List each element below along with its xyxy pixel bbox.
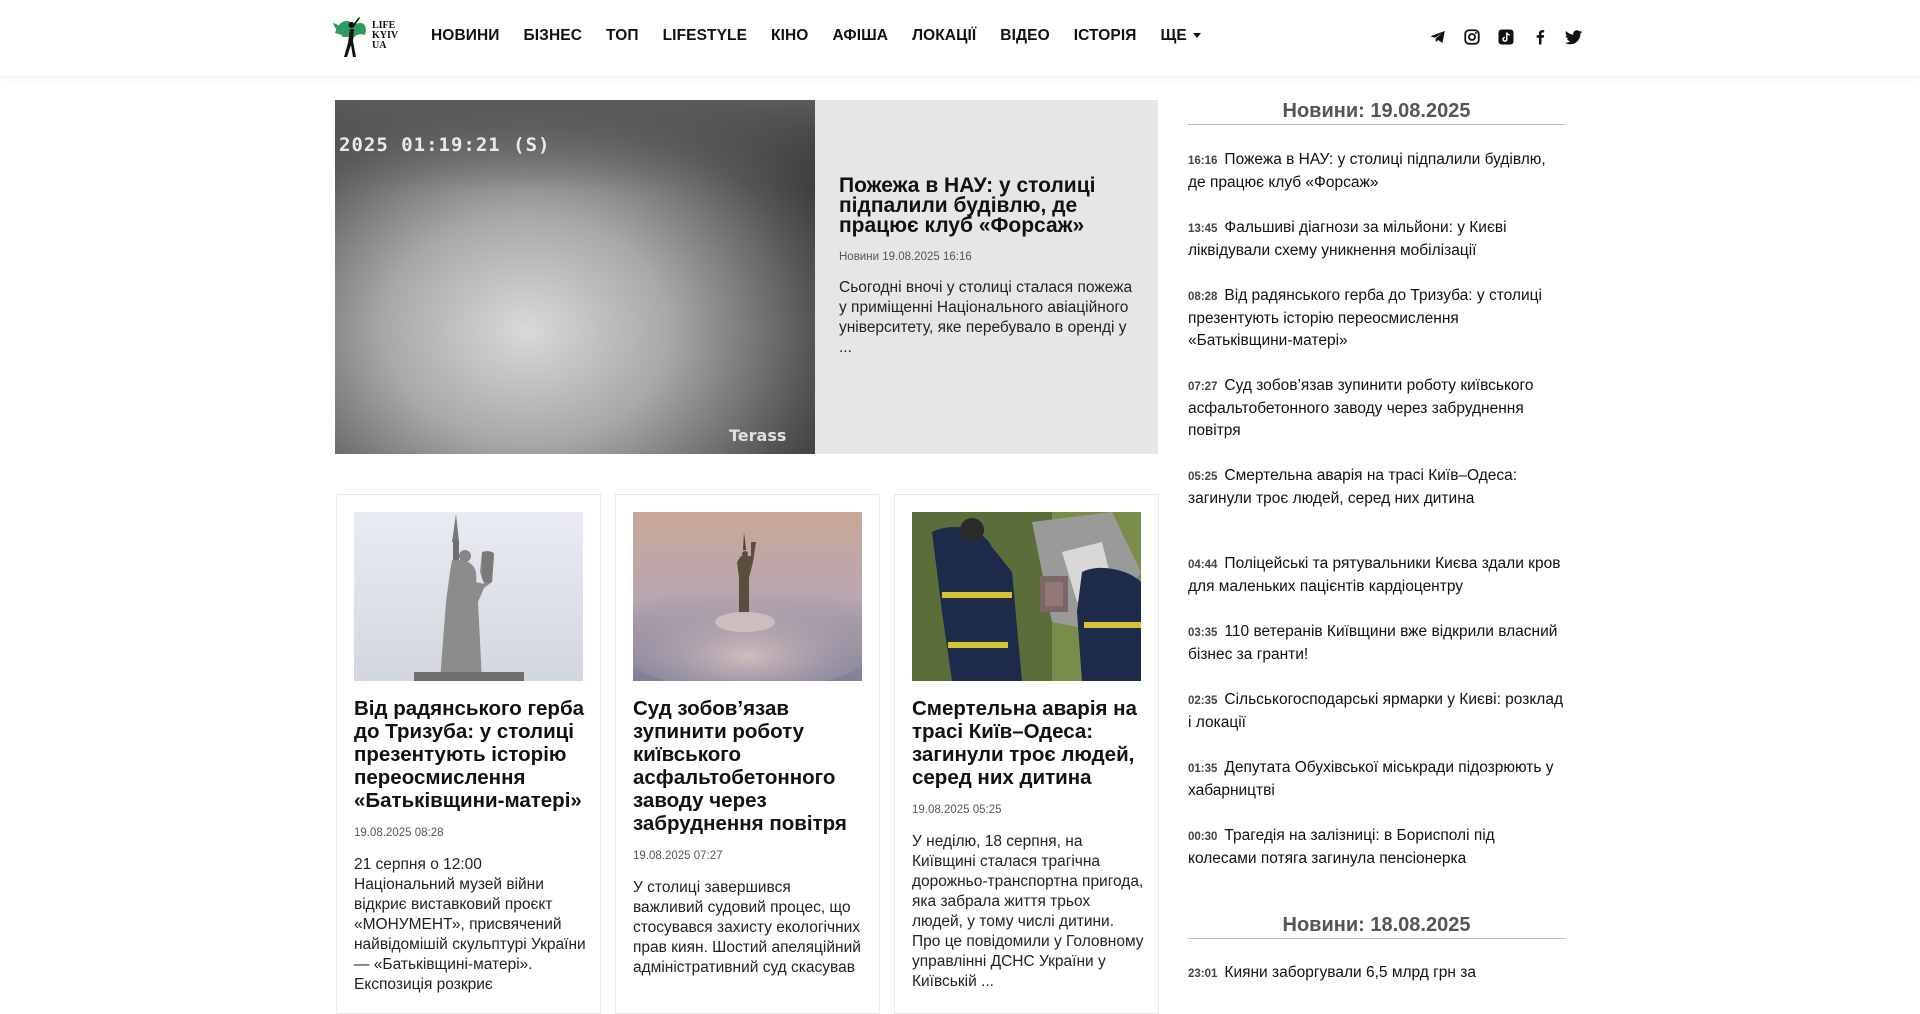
cctv-timestamp: 2025 01:19:21 (S) — [339, 134, 551, 156]
article-card-excerpt: 21 серпня о 12:00 Національний музей вій… — [354, 856, 586, 993]
sidebar-news-item[interactable]: 08:28 Від радянського герба до Тризуба: у… — [1188, 285, 1565, 352]
sidebar-news-item[interactable]: 00:30 Трагедія на залізниці: в Борисполі … — [1188, 825, 1565, 870]
news-time: 16:16 — [1188, 155, 1218, 167]
news-time: 02:35 — [1188, 695, 1218, 707]
news-time: 23:01 — [1188, 968, 1218, 980]
nav-business[interactable]: БІЗНЕС — [524, 27, 582, 45]
news-title: Фальшиві діагнози за мільйони: у Києві л… — [1188, 219, 1507, 259]
nav-history[interactable]: ІСТОРІЯ — [1074, 27, 1137, 45]
telegram-icon[interactable] — [1428, 26, 1448, 48]
news-time: 08:28 — [1188, 291, 1218, 303]
article-card-image[interactable] — [912, 512, 1141, 681]
news-time: 00:30 — [1188, 831, 1218, 843]
site-logo[interactable]: LIFE KYIV UA — [329, 13, 403, 59]
news-title: Поліцейські та рятувальники Києва здали … — [1188, 555, 1561, 595]
news-time: 01:35 — [1188, 763, 1218, 775]
chevron-down-icon — [1192, 33, 1201, 39]
news-time: 07:27 — [1188, 381, 1218, 393]
article-card-image[interactable] — [354, 512, 583, 681]
featured-article-meta: Новини 19.08.2025 16:16 — [839, 251, 972, 263]
article-card-image[interactable] — [633, 512, 862, 681]
news-time: 05:25 — [1188, 471, 1218, 483]
sidebar-date-heading: Новини: 18.08.2025 — [1188, 914, 1565, 939]
sidebar-news-item[interactable]: 01:35 Депутата Обухівської міськради підо… — [1188, 757, 1565, 802]
nav-top[interactable]: ТОП — [606, 27, 639, 45]
news-title: Від радянського герба до Тризуба: у стол… — [1188, 287, 1542, 349]
sidebar-news-item[interactable]: 02:35 Сільськогосподарські ярмарки у Києв… — [1188, 689, 1565, 734]
news-title: Смертельна аварія на трасі Київ–Одеса: з… — [1188, 467, 1518, 507]
news-title: Суд зобов’язав зупинити роботу київськог… — [1188, 377, 1534, 439]
article-card-date: 19.08.2025 05:25 — [912, 804, 1002, 816]
news-title: Депутата Обухівської міськради підозрюют… — [1188, 759, 1554, 799]
nav-more-label: ЩЕ — [1160, 27, 1187, 44]
article-card-date: 19.08.2025 08:28 — [354, 827, 444, 839]
site-header: LIFE KYIV UA НОВИНИ БІЗНЕС ТОП LIFESTYLE… — [0, 0, 1920, 76]
nav-video[interactable]: ВІДЕО — [1000, 27, 1049, 45]
nav-news[interactable]: НОВИНИ — [431, 27, 500, 45]
image-watermark: Terass — [729, 426, 787, 445]
nav-locations[interactable]: ЛОКАЦІЇ — [912, 27, 976, 45]
article-card-excerpt: У столиці завершився важливий судовий пр… — [633, 879, 861, 976]
article-card[interactable]: Від радянського герба до Тризуба: у стол… — [336, 494, 601, 1014]
article-card-title[interactable]: Смертельна аварія на трасі Київ–Одеса: з… — [912, 697, 1144, 789]
tiktok-icon[interactable] — [1496, 26, 1516, 48]
article-card-title[interactable]: Від радянського герба до Тризуба: у стол… — [354, 697, 586, 812]
sidebar-news-item[interactable]: 23:01 Кияни заборгували 6,5 млрд грн за — [1188, 962, 1565, 985]
instagram-icon[interactable] — [1462, 26, 1482, 48]
sidebar-news-item[interactable]: 03:35 110 ветеранів Київщини вже відкрили… — [1188, 621, 1565, 666]
article-card-excerpt: У неділю, 18 серпня, на Київщині сталася… — [912, 833, 1144, 990]
featured-article-title[interactable]: Пожежа в НАУ: у столиці підпалили будівл… — [839, 175, 1143, 236]
news-time: 04:44 — [1188, 559, 1218, 571]
news-title: Трагедія на залізниці: в Борисполі під к… — [1188, 827, 1495, 867]
news-title: Пожежа в НАУ: у столиці підпалили будівл… — [1188, 151, 1546, 191]
logo-text-line: UA — [372, 40, 387, 51]
article-card-title[interactable]: Суд зобов’язав зупинити роботу київськог… — [633, 697, 865, 835]
news-time: 03:35 — [1188, 627, 1218, 639]
article-card[interactable]: Суд зобов’язав зупинити роботу київськог… — [615, 494, 880, 1014]
sidebar-news-item[interactable]: 16:16 Пожежа в НАУ: у столиці підпалили б… — [1188, 149, 1565, 194]
nav-lifestyle[interactable]: LIFESTYLE — [663, 27, 747, 45]
sidebar-date-heading: Новини: 19.08.2025 — [1188, 100, 1565, 125]
nav-more-dropdown[interactable]: ЩЕ — [1160, 27, 1201, 45]
facebook-icon[interactable] — [1530, 26, 1550, 48]
social-links — [1428, 26, 1598, 48]
nav-afisha[interactable]: АФІША — [832, 27, 888, 45]
sidebar-news-item[interactable]: 07:27 Суд зобов’язав зупинити роботу київ… — [1188, 375, 1565, 442]
news-time: 13:45 — [1188, 223, 1218, 235]
featured-article-excerpt: Сьогодні вночі у столиці сталася пожежа … — [839, 279, 1133, 356]
sidebar-news-item[interactable]: 04:44 Поліцейські та рятувальники Києва з… — [1188, 553, 1565, 598]
main-nav: НОВИНИ БІЗНЕС ТОП LIFESTYLE КІНО АФІША Л… — [431, 27, 1225, 45]
twitter-icon[interactable] — [1564, 26, 1584, 48]
logo-emblem-icon — [333, 17, 366, 57]
news-title: 110 ветеранів Київщини вже відкрили влас… — [1188, 623, 1558, 663]
news-title: Сільськогосподарські ярмарки у Києві: ро… — [1188, 691, 1564, 731]
sidebar-news-item[interactable]: 05:25 Смертельна аварія на трасі Київ–Оде… — [1188, 465, 1565, 510]
news-title: Кияни заборгували 6,5 млрд грн за — [1224, 964, 1477, 981]
sidebar-news-item[interactable]: 13:45 Фальшиві діагнози за мільйони: у Ки… — [1188, 217, 1565, 262]
featured-article-image[interactable]: 2025 01:19:21 (S) Terass — [335, 100, 815, 454]
nav-cinema[interactable]: КІНО — [771, 27, 808, 45]
article-card[interactable]: Смертельна аварія на трасі Київ–Одеса: з… — [894, 494, 1159, 1014]
featured-article[interactable]: 2025 01:19:21 (S) Terass Пожежа в НАУ: у… — [335, 100, 1158, 454]
article-card-date: 19.08.2025 07:27 — [633, 850, 723, 862]
